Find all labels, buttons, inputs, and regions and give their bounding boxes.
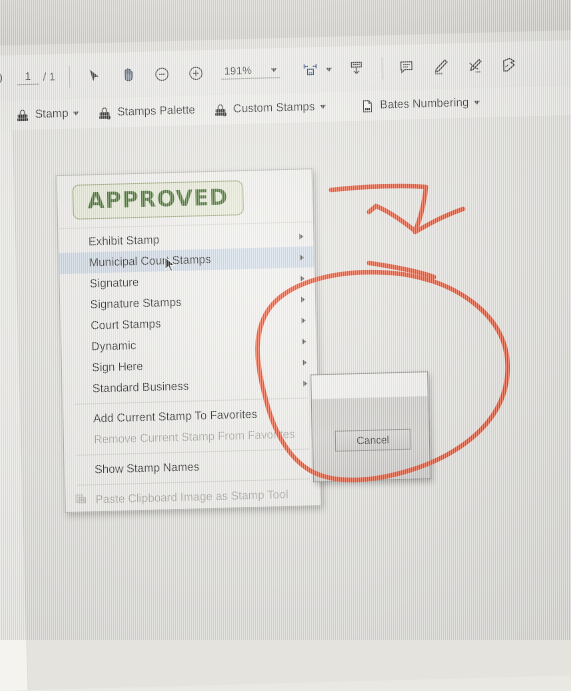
stamp-dropdown-menu: APPROVED Exhibit Stamp Municipal Court S… <box>55 168 322 514</box>
screen-photo: 1 / 1 191% Stamp Stamps Palette Custom S… <box>0 0 571 691</box>
approved-stamp-graphic[interactable]: APPROVED <box>71 179 244 220</box>
clipboard-image-icon <box>74 492 87 508</box>
toolbar-divider-2 <box>381 56 384 79</box>
custom-stamps-icon <box>215 103 227 116</box>
mouse-cursor <box>164 256 178 278</box>
menu-item-label: Show Stamp Names <box>94 460 200 476</box>
bates-numbering-icon <box>362 99 372 112</box>
stamp-icon[interactable] <box>493 49 524 80</box>
page-layout-icon[interactable] <box>295 54 326 85</box>
zoom-level-control[interactable]: 191% <box>220 63 281 80</box>
menu-item-label: Court Stamps <box>90 317 162 332</box>
zoom-out-icon[interactable] <box>147 58 178 89</box>
page-layout-chevron-down-icon[interactable] <box>325 67 332 72</box>
page-total-label: / 1 <box>42 70 56 84</box>
document-page <box>0 130 29 691</box>
chevron-down-icon[interactable] <box>270 67 277 72</box>
submenu-arrow-icon <box>302 358 307 366</box>
cursor-arrow-icon[interactable] <box>79 60 110 91</box>
page-navigation[interactable]: 1 / 1 <box>16 70 56 85</box>
tilted-screen-content: 1 / 1 191% Stamp Stamps Palette Custom S… <box>0 0 571 691</box>
submenu-arrow-icon <box>299 233 304 240</box>
submenu-arrow-icon <box>299 254 305 261</box>
subtoolbar-item-custom-stamps[interactable]: Custom Stamps <box>204 92 336 126</box>
chevron-down-icon[interactable] <box>319 104 327 110</box>
subtoolbar-label: Stamps Palette <box>117 104 196 119</box>
signature-pen-icon[interactable] <box>459 50 490 81</box>
subtoolbar-item-stamp[interactable]: Stamp <box>6 98 89 130</box>
menu-item-label: Add Current Stamp To Favorites <box>93 408 258 425</box>
subtoolbar-item-stamps-palette[interactable]: Stamps Palette <box>88 95 205 128</box>
menu-item-label: Municipal Court Stamps <box>88 253 212 269</box>
download-icon[interactable] <box>0 63 9 94</box>
page-number-input[interactable]: 1 <box>16 70 40 85</box>
menu-item-paste-clipboard-image-as-stamp-tool: Paste Clipboard Image as Stamp Tool <box>65 483 320 511</box>
comment-bubble-icon[interactable] <box>391 52 422 83</box>
modal-dialog: Cancel <box>310 371 432 483</box>
subtoolbar-item-bates-numbering[interactable]: Bates Numbering <box>351 87 490 121</box>
menu-item-label: Signature <box>89 276 140 290</box>
chevron-down-icon[interactable] <box>473 100 480 105</box>
menu-item-label: Paste Clipboard Image as Stamp Tool <box>95 488 289 506</box>
save-to-disk-icon[interactable] <box>341 53 372 84</box>
document-view: APPROVED Exhibit Stamp Municipal Court S… <box>0 114 571 691</box>
hand-pan-icon[interactable] <box>113 59 144 90</box>
menu-item-label: Dynamic <box>91 339 137 353</box>
highlighter-pen-icon[interactable] <box>425 51 456 82</box>
submenu-arrow-icon <box>302 337 307 345</box>
current-stamp-preview[interactable]: APPROVED <box>56 169 314 230</box>
submenu-arrow-icon <box>303 379 308 387</box>
subtoolbar-label: Stamp <box>34 107 69 121</box>
cancel-button[interactable]: Cancel <box>334 428 412 452</box>
toolbar-divider <box>68 65 71 88</box>
submenu-arrow-icon <box>301 316 306 324</box>
zoom-in-icon[interactable] <box>181 57 212 88</box>
chevron-down-icon[interactable] <box>73 111 80 116</box>
stamp-icon <box>17 109 29 121</box>
subtoolbar-label: Bates Numbering <box>379 97 469 112</box>
stamps-palette-icon <box>99 106 111 120</box>
submenu-arrow-icon <box>301 295 306 303</box>
menu-item-show-stamp-names[interactable]: Show Stamp Names <box>64 453 319 481</box>
menu-item-label: Standard Business <box>92 380 190 395</box>
submenu-arrow-icon <box>300 275 305 282</box>
menu-item-label: Sign Here <box>91 360 144 374</box>
menu-item-label: Remove Current Stamp From Favorites <box>93 428 296 446</box>
zoom-level-value: 191% <box>223 64 252 78</box>
menu-item-label: Exhibit Stamp <box>88 233 160 248</box>
subtoolbar-label: Custom Stamps <box>233 101 316 116</box>
menu-item-label: Signature Stamps <box>90 296 182 311</box>
pdf-application: 1 / 1 191% Stamp Stamps Palette Custom S… <box>0 39 571 691</box>
